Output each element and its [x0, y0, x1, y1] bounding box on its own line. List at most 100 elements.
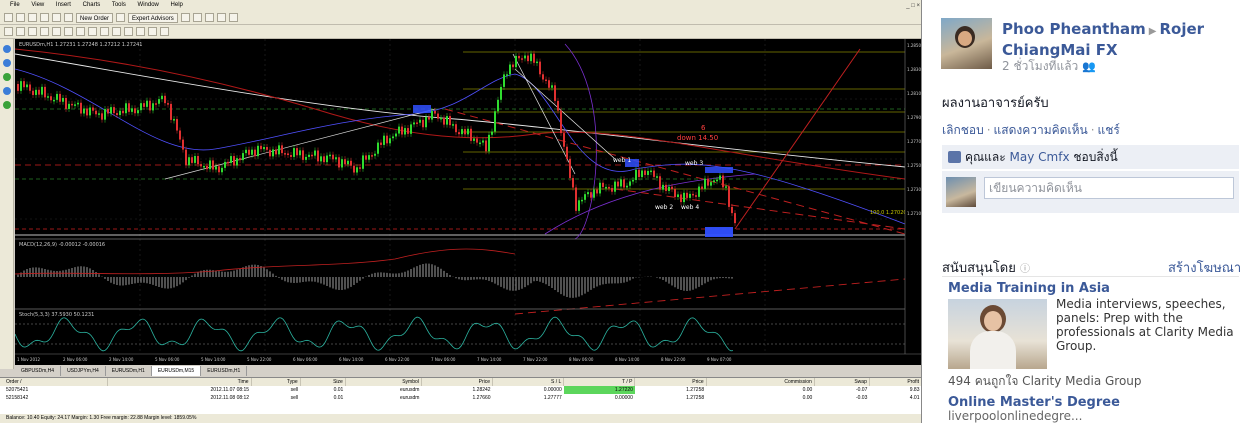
profiles-icon[interactable]: [16, 13, 25, 22]
navigator-accounts-icon[interactable]: [2, 45, 11, 53]
poster-name-link[interactable]: Phoo Pheantham: [1002, 20, 1146, 38]
ad2-title-link[interactable]: Online Master's Degree: [948, 395, 1120, 410]
price-chart[interactable]: 6 down 14.50 web 1 web 2 web 3 web 4 100…: [15, 39, 921, 365]
vertical-line-icon[interactable]: [28, 27, 37, 36]
col-time[interactable]: Time: [107, 378, 252, 386]
candle-body: [701, 186, 703, 189]
navigator-icon[interactable]: [52, 13, 61, 22]
comment-input[interactable]: เขียนความคิดเห็น: [984, 177, 1234, 199]
navigator-experts-icon[interactable]: [2, 73, 11, 81]
navigator-indicators-icon[interactable]: [2, 59, 11, 67]
tab-eurusd-m15[interactable]: EURUSDm,M15: [151, 366, 202, 376]
arrow-icon[interactable]: [112, 27, 121, 36]
tab-eurusd-h1-2[interactable]: EURUSDm,H1: [201, 366, 248, 376]
col-size[interactable]: Size: [300, 378, 346, 386]
ad1-image[interactable]: [948, 299, 1047, 369]
candle-chart-icon[interactable]: [192, 13, 202, 22]
facebook-post-panel: Phoo Pheantham ▶ Rojer ChiangMai FX 2 ชั่ว…: [922, 0, 1259, 423]
tab-usdjpy-h4[interactable]: USDJPYm,H4: [61, 366, 106, 376]
candle-body: [155, 103, 157, 105]
col-price[interactable]: Price: [421, 378, 494, 386]
table-row[interactable]: 52075421 2012.11.07 08:15 sell 0.01 euru…: [0, 386, 921, 394]
text-icon[interactable]: [88, 27, 97, 36]
candle-body: [317, 150, 319, 162]
share-link[interactable]: แชร์: [1098, 123, 1120, 137]
terminal-icon[interactable]: [64, 13, 73, 22]
tab-eurusd-h1[interactable]: EURUSDm,H1: [106, 366, 152, 376]
metaeditor-icon[interactable]: [116, 13, 126, 22]
crosshair-icon[interactable]: [16, 27, 25, 36]
horizontal-line-icon[interactable]: [40, 27, 49, 36]
candle-body: [593, 189, 595, 198]
col-order[interactable]: Order /: [0, 378, 108, 386]
candle-body: [452, 124, 454, 126]
zoom-in-icon[interactable]: [216, 13, 226, 22]
poster-avatar[interactable]: [941, 18, 992, 69]
candle-body: [221, 167, 223, 173]
candle-body: [194, 156, 196, 163]
sponsored-info-icon[interactable]: ⓘ: [1020, 264, 1030, 275]
candle-body: [26, 84, 28, 88]
menu-file[interactable]: File: [10, 2, 20, 8]
col-sl[interactable]: S / L: [492, 378, 565, 386]
table-row[interactable]: 52158142 2012.11.08 08:12 sell 0.01 euru…: [0, 394, 921, 402]
candle-body: [398, 126, 400, 134]
timeframe-m5-icon[interactable]: [136, 27, 145, 36]
new-order-button[interactable]: New Order: [76, 12, 114, 23]
trendline-icon[interactable]: [52, 27, 61, 36]
menu-help[interactable]: Help: [171, 2, 183, 8]
data-window-icon[interactable]: [40, 13, 49, 22]
label-icon[interactable]: [100, 27, 109, 36]
bar-chart-icon[interactable]: [180, 13, 190, 22]
fibonacci-icon[interactable]: [76, 27, 85, 36]
cursor-icon[interactable]: [4, 27, 13, 36]
candle-body: [218, 166, 220, 173]
expert-advisors-button[interactable]: Expert Advisors: [128, 12, 178, 23]
navigator-scripts-icon[interactable]: [2, 87, 11, 95]
candle-body: [626, 185, 628, 188]
timeframe-m1-icon[interactable]: [124, 27, 133, 36]
create-ad-link[interactable]: สร้างโฆษณา: [1168, 257, 1241, 278]
candle-body: [179, 130, 181, 140]
navigator-custom-icon[interactable]: [2, 101, 11, 109]
candle-body: [434, 110, 436, 114]
col-type[interactable]: Type: [251, 378, 301, 386]
line-chart-icon[interactable]: [204, 13, 214, 22]
menu-view[interactable]: View: [31, 2, 44, 8]
channel-icon[interactable]: [64, 27, 73, 36]
menu-tools[interactable]: Tools: [112, 2, 126, 8]
timeframe-h1-icon[interactable]: [148, 27, 157, 36]
new-chart-icon[interactable]: [4, 13, 13, 22]
col-tp[interactable]: T / P: [563, 378, 636, 386]
audience-friends-icon[interactable]: 👥: [1082, 60, 1096, 73]
market-watch-icon[interactable]: [28, 13, 37, 22]
menu-charts[interactable]: Charts: [83, 2, 101, 8]
col-current-price[interactable]: Price: [634, 378, 707, 386]
order-profit: 9.83: [909, 387, 920, 393]
candle-body: [80, 102, 82, 114]
time-tick: 6 Nov 06:00: [293, 357, 318, 362]
ad1-title-link[interactable]: Media Training in Asia: [948, 281, 1110, 296]
liker-name-link[interactable]: May Cmfx: [1010, 150, 1070, 164]
candle-body: [167, 103, 169, 105]
menu-window[interactable]: Window: [138, 2, 159, 8]
candle-body: [608, 186, 610, 189]
menu-insert[interactable]: Insert: [56, 2, 71, 8]
tab-gbpusd-h4[interactable]: GBPUSDm,H4: [15, 366, 62, 376]
col-profit[interactable]: Profit: [869, 378, 921, 386]
col-symbol[interactable]: Symbol: [345, 378, 422, 386]
candle-body: [734, 213, 736, 224]
comment-link[interactable]: แสดงความคิดเห็น: [994, 123, 1088, 137]
candle-body: [713, 180, 715, 183]
order-commission: 0.00: [802, 395, 813, 401]
candle-body: [185, 149, 187, 166]
unlike-link[interactable]: เลิกชอบ: [942, 123, 984, 137]
zoom-out-icon[interactable]: [228, 13, 238, 22]
candle-body: [443, 117, 445, 125]
timeframe-d1-icon[interactable]: [160, 27, 169, 36]
col-commission[interactable]: Commission: [706, 378, 815, 386]
post-time-link[interactable]: 2 ชั่วโมงที่แล้ว: [1002, 59, 1078, 73]
col-swap[interactable]: Swap: [814, 378, 870, 386]
main-toolbar: New Order Expert Advisors: [0, 11, 921, 25]
candle-body: [662, 184, 664, 190]
